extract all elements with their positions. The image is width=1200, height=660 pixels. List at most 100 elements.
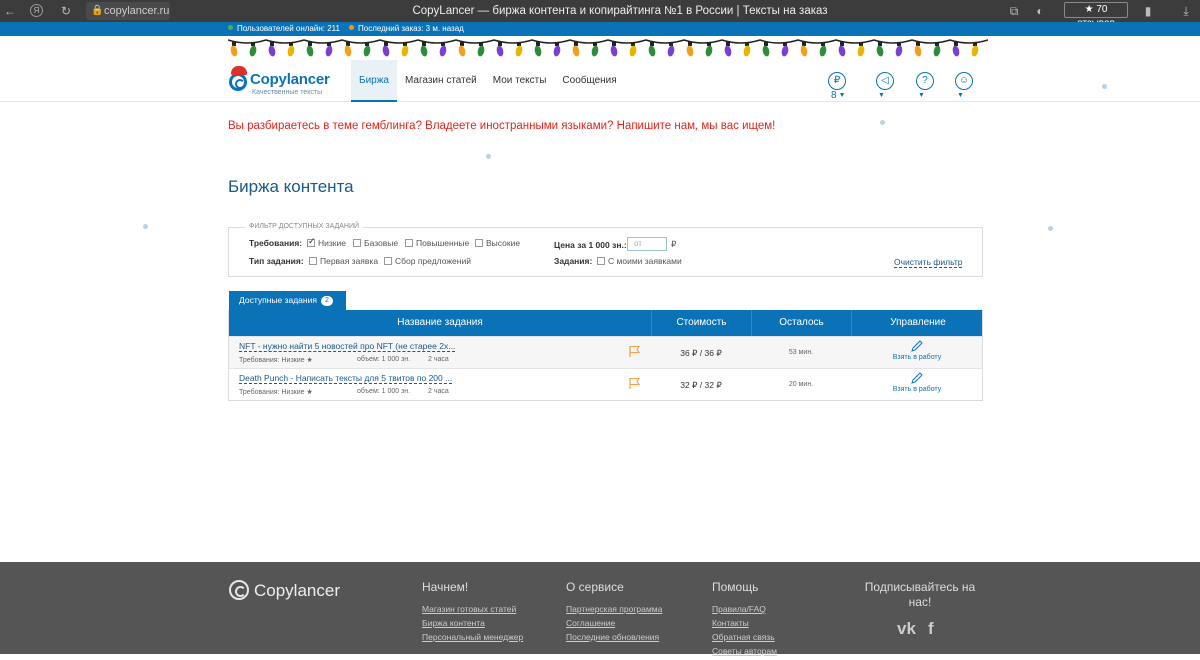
type-first-request-option[interactable]: Первая заявка (309, 256, 378, 266)
santa-hat-icon (231, 66, 247, 75)
take-task-button[interactable]: Взять в работу (851, 371, 983, 393)
ruble-icon: ₽ (828, 72, 846, 90)
footer-link[interactable]: Биржа контента (422, 618, 523, 628)
browser-bar: ← Я ↻ 🔒 copylancer.ru CopyLancer — биржа… (0, 0, 1200, 29)
tab-available-tasks[interactable]: Доступные задания 2 (229, 291, 346, 310)
checkbox-checked-icon[interactable] (307, 236, 316, 247)
footer-link[interactable]: Обратная связь (712, 632, 777, 642)
task-requirements: Требования: Низкие ★ (239, 357, 313, 364)
yandex-icon[interactable]: Я (30, 4, 43, 17)
facebook-icon[interactable]: f (928, 619, 934, 639)
garland-bulb-icon (477, 42, 485, 57)
nav-messages[interactable]: Сообщения (554, 60, 624, 102)
reviews-badge[interactable]: ★ 70 отзывов (1064, 2, 1128, 29)
garland-bulb-icon (249, 42, 257, 57)
table-header: Название задания Стоимость Осталось Упра… (229, 310, 982, 336)
nav-article-shop[interactable]: Магазин статей (397, 60, 485, 102)
task-title-link[interactable]: Death Punch - Написать тексты для 5 твит… (239, 373, 453, 384)
footer-link[interactable]: Последние обновления (566, 632, 662, 642)
footer-link[interactable]: Соглашение (566, 618, 662, 628)
vk-icon[interactable]: vk (897, 619, 916, 639)
requirements-label: Требования: (249, 238, 303, 248)
logo[interactable]: Copylancer Качественные тексты (229, 65, 339, 99)
checkbox-icon[interactable] (597, 257, 605, 265)
site-footer: Copylancer Начнем! Магазин готовых стате… (0, 562, 1200, 656)
req-elevated-option[interactable]: Повышенные (405, 238, 469, 248)
nav-my-texts[interactable]: Мои тексты (485, 60, 555, 102)
lock-icon: 🔒 (91, 5, 104, 16)
address-bar[interactable]: 🔒 copylancer.ru (86, 2, 170, 20)
take-task-button[interactable]: Взять в работу (851, 339, 983, 361)
col-actions: Управление (851, 310, 984, 336)
checkbox-icon[interactable] (384, 257, 392, 265)
logo-tagline: Качественные тексты (252, 89, 323, 96)
price-from-input[interactable]: от (627, 237, 667, 251)
flag-icon[interactable] (629, 377, 641, 390)
garland-decoration (228, 39, 988, 57)
promo-banner[interactable]: Вы разбираетесь в теме гемблинга? Владее… (228, 120, 775, 132)
garland-bulb-icon (496, 42, 504, 57)
footer-link[interactable]: Советы авторам (712, 646, 777, 656)
site-header: Copylancer Качественные тексты Биржа Маг… (0, 60, 1200, 102)
footer-link[interactable]: Партнерская программа (566, 604, 662, 614)
with-my-requests-option[interactable]: С моими заявками (597, 256, 682, 266)
footer-link[interactable]: Персональный менеджер (422, 632, 523, 642)
req-high-option[interactable]: Высокие (475, 238, 520, 248)
snowflake-icon (880, 120, 885, 125)
garland-bulb-icon (515, 42, 523, 57)
task-volume: объем: 1 000 зн. (357, 356, 411, 363)
balance-count: 8 (831, 90, 837, 101)
garland-bulb-icon (876, 42, 884, 57)
main-nav: Биржа Магазин статей Мои тексты Сообщени… (351, 60, 625, 102)
checkbox-icon[interactable] (475, 239, 483, 247)
snowflake-icon (143, 224, 148, 229)
flag-icon[interactable] (629, 345, 641, 358)
checkbox-icon[interactable] (405, 239, 413, 247)
req-basic-option[interactable]: Базовые (353, 238, 398, 248)
type-offers-option[interactable]: Сбор предложений (384, 256, 471, 266)
garland-bulb-icon (762, 42, 770, 57)
balance-menu[interactable]: ₽ 8 ▼ (828, 72, 846, 101)
bookmark-icon[interactable]: ▮ (1140, 3, 1156, 19)
task-cost: 36 ₽ / 36 ₽ (680, 348, 722, 358)
announcements-menu[interactable]: ◁▼ (876, 72, 894, 99)
req-low-label: Низкие (318, 238, 346, 248)
footer-link[interactable]: Правила/FAQ (712, 604, 777, 614)
user-menu[interactable]: ☺▼ (955, 72, 973, 99)
task-filter: ФИЛЬТР ДОСТУПНЫХ ЗАДАНИЙ Требования: Низ… (228, 223, 983, 277)
type-offers-label: Сбор предложений (395, 256, 471, 266)
footer-link[interactable]: Контакты (712, 618, 777, 628)
reload-icon[interactable]: ↻ (58, 3, 74, 19)
garland-bulb-icon (401, 42, 409, 57)
order-dot-icon (349, 25, 354, 30)
checkbox-icon[interactable] (309, 257, 317, 265)
garland-bulb-icon (667, 42, 675, 57)
garland-bulb-icon (382, 42, 390, 57)
tab-count-badge: 2 (320, 296, 333, 306)
type-label: Тип задания: (249, 256, 304, 266)
filter-legend: ФИЛЬТР ДОСТУПНЫХ ЗАДАНИЙ (245, 223, 364, 230)
req-low-option[interactable]: Низкие (307, 236, 346, 248)
clear-filter-link[interactable]: Очистить фильтр (894, 257, 963, 268)
garland-bulb-icon (743, 42, 751, 57)
nav-exchange[interactable]: Биржа (351, 60, 397, 102)
back-arrow-icon[interactable]: ← (2, 3, 18, 19)
task-duration: 2 часа (428, 356, 449, 363)
garland-bulb-icon (458, 42, 466, 57)
footer-link[interactable]: Магазин готовых статей (422, 604, 523, 614)
task-title-link[interactable]: NFT - нужно найти 5 новостей про NFT (не… (239, 341, 456, 352)
garland-bulb-icon (268, 42, 276, 57)
protect-icon[interactable]: ◐ (1032, 3, 1048, 19)
url-text: copylancer.ru (104, 5, 170, 17)
footer-col-title: О сервисе (566, 580, 624, 594)
megaphone-icon: ◁ (876, 72, 894, 90)
take-task-label: Взять в работу (892, 386, 942, 393)
tabs-icon[interactable]: ⧉ (1006, 3, 1022, 19)
garland-bulb-icon (857, 42, 865, 57)
download-icon[interactable]: ⤓ (1178, 3, 1194, 19)
checkbox-icon[interactable] (353, 239, 361, 247)
chevron-down-icon: ▼ (878, 91, 885, 99)
pencil-icon (911, 340, 923, 352)
logo-name: Copylancer (250, 71, 330, 88)
help-menu[interactable]: ?▼ (916, 72, 934, 99)
